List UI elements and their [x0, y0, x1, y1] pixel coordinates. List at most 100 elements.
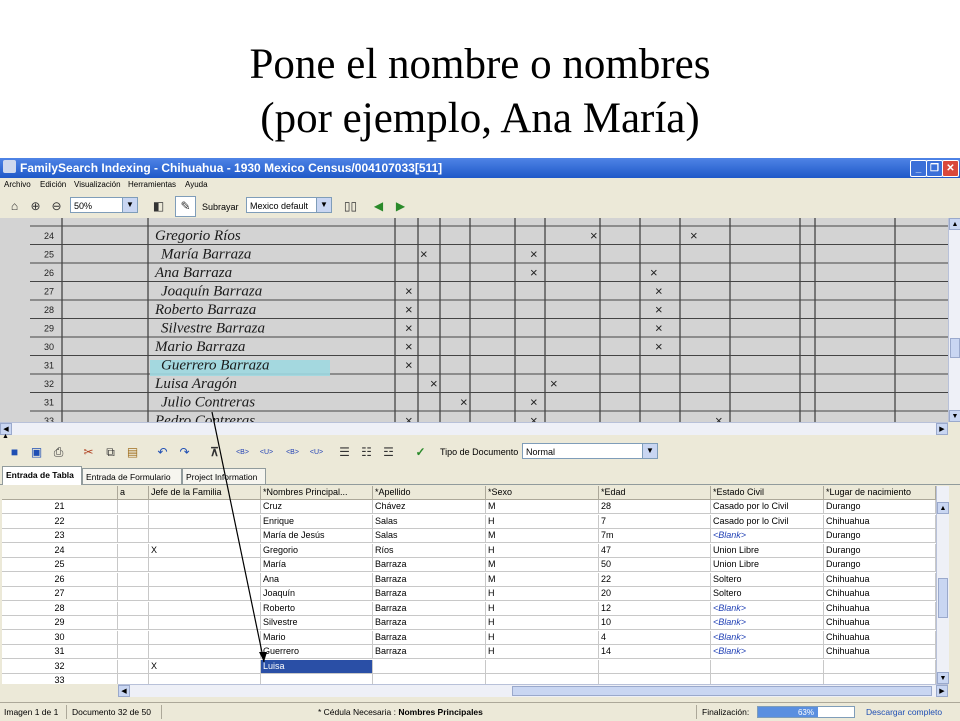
- table-cell-nombre[interactable]: Roberto: [261, 601, 373, 616]
- cut-icon[interactable]: ✂: [78, 442, 99, 463]
- table-cell-edad[interactable]: [599, 674, 711, 684]
- table-vertical-scrollbar[interactable]: ▲ ▼: [936, 486, 949, 684]
- table-cell-civil[interactable]: Soltero: [711, 587, 824, 601]
- table-cell-nombre[interactable]: [261, 674, 373, 684]
- table-cell-sexo[interactable]: M: [486, 558, 599, 572]
- maximize-button[interactable]: ❐: [926, 160, 943, 177]
- table-cell[interactable]: [118, 630, 149, 645]
- table-cell-apellido[interactable]: Salas: [373, 514, 486, 529]
- table-cell-jefe[interactable]: [149, 587, 261, 601]
- column-header[interactable]: *Sexo: [486, 486, 599, 500]
- table-cell[interactable]: [118, 558, 149, 572]
- mark-record-icon[interactable]: ⊼: [204, 442, 225, 463]
- table-cell-sexo[interactable]: M: [486, 529, 599, 543]
- scroll-up-icon[interactable]: ▲: [937, 502, 949, 514]
- table-cell-lugar[interactable]: Chihuahua: [824, 630, 936, 645]
- doc-type-select[interactable]: Normal ▼: [522, 443, 658, 459]
- table-cell-nombre[interactable]: Enrique: [261, 514, 373, 529]
- table-cell-nombre[interactable]: Cruz: [261, 500, 373, 514]
- table-cell-sexo[interactable]: H: [486, 645, 599, 659]
- row-number[interactable]: 27: [2, 587, 118, 601]
- table-cell-nombre[interactable]: Guerrero: [261, 645, 373, 659]
- scroll-down-icon[interactable]: ▼: [937, 672, 949, 684]
- table-cell-civil[interactable]: <Blank>: [711, 601, 824, 616]
- undo-icon[interactable]: ↶: [152, 442, 173, 463]
- table-cell-sexo[interactable]: H: [486, 601, 599, 616]
- table-cell-lugar[interactable]: Chihuahua: [824, 601, 936, 616]
- scroll-down-icon[interactable]: ▼: [949, 410, 960, 422]
- table-cell-lugar[interactable]: Durango: [824, 558, 936, 572]
- table-cell-lugar[interactable]: [824, 659, 936, 674]
- delete-row-icon[interactable]: ☷: [356, 442, 377, 463]
- invert-image-icon[interactable]: ◧: [148, 196, 169, 217]
- table-horizontal-scrollbar[interactable]: ◀ ▶: [118, 684, 948, 697]
- move-row-icon[interactable]: ☲: [378, 442, 399, 463]
- column-header[interactable]: a: [118, 486, 149, 500]
- table-cell-civil[interactable]: [711, 659, 824, 674]
- table-cell-sexo[interactable]: [486, 674, 599, 684]
- table-cell[interactable]: [118, 674, 149, 684]
- table-cell-apellido[interactable]: Chávez: [373, 500, 486, 514]
- table-cell-jefe[interactable]: [149, 601, 261, 616]
- paste-icon[interactable]: ▤: [122, 442, 143, 463]
- table-cell-civil[interactable]: Soltero: [711, 572, 824, 587]
- row-number[interactable]: 22: [2, 514, 118, 529]
- table-cell-apellido[interactable]: Salas: [373, 529, 486, 543]
- tab-entrada-de-formulario[interactable]: Entrada de Formulario: [82, 468, 182, 484]
- next-image-icon[interactable]: ▶: [390, 196, 411, 217]
- zoom-in-icon[interactable]: ⊕: [25, 196, 46, 217]
- scroll-right-icon[interactable]: ▶: [936, 685, 948, 697]
- table-cell-sexo[interactable]: H: [486, 616, 599, 630]
- close-button[interactable]: ✕: [942, 160, 959, 177]
- row-number[interactable]: 21: [2, 500, 118, 514]
- table-cell-jefe[interactable]: [149, 514, 261, 529]
- row-number[interactable]: 33: [2, 674, 118, 684]
- row-number[interactable]: 23: [2, 529, 118, 543]
- table-cell-edad[interactable]: 14: [599, 645, 711, 659]
- scroll-left-icon[interactable]: ◀: [118, 685, 130, 697]
- table-cell-apellido[interactable]: Barraza: [373, 616, 486, 630]
- scroll-thumb[interactable]: [950, 338, 960, 358]
- table-cell-edad[interactable]: 10: [599, 616, 711, 630]
- table-cell-civil[interactable]: Union Libre: [711, 558, 824, 572]
- table-cell-sexo[interactable]: H: [486, 514, 599, 529]
- table-cell-apellido[interactable]: Barraza: [373, 558, 486, 572]
- bold-tag-button-2[interactable]: <B>: [282, 442, 303, 463]
- highlight-pen-icon[interactable]: ✎: [175, 196, 196, 217]
- menu-edicion[interactable]: Edición: [40, 180, 66, 189]
- menu-archivo[interactable]: Archivo: [4, 180, 31, 189]
- table-cell-sexo[interactable]: M: [486, 572, 599, 587]
- table-cell-nombre[interactable]: María de Jesús: [261, 529, 373, 543]
- menu-ayuda[interactable]: Ayuda: [185, 180, 208, 189]
- table-cell-jefe[interactable]: [149, 558, 261, 572]
- table-cell-edad[interactable]: 28: [599, 500, 711, 514]
- table-cell[interactable]: [118, 587, 149, 601]
- table-cell-nombre[interactable]: Silvestre: [261, 616, 373, 630]
- table-cell-apellido[interactable]: Barraza: [373, 601, 486, 616]
- table-cell-apellido[interactable]: [373, 674, 486, 684]
- save-all-icon[interactable]: ▣: [26, 442, 47, 463]
- scroll-up-icon[interactable]: ▲: [949, 218, 960, 230]
- table-cell-nombre[interactable]: Mario: [261, 630, 373, 645]
- table-cell-jefe[interactable]: [149, 645, 261, 659]
- table-cell-lugar[interactable]: Chihuahua: [824, 645, 936, 659]
- table-cell-edad[interactable]: 4: [599, 630, 711, 645]
- row-number[interactable]: 29: [2, 616, 118, 630]
- table-cell-sexo[interactable]: M: [486, 500, 599, 514]
- table-cell-edad[interactable]: 50: [599, 558, 711, 572]
- table-cell-apellido[interactable]: Barraza: [373, 630, 486, 645]
- table-cell-apellido[interactable]: Barraza: [373, 572, 486, 587]
- print-icon[interactable]: ⎙: [48, 442, 69, 463]
- table-cell-edad[interactable]: 22: [599, 572, 711, 587]
- table-cell-nombre[interactable]: Joaquín: [261, 587, 373, 601]
- menu-herramientas[interactable]: Herramientas: [128, 180, 176, 189]
- table-cell-edad[interactable]: 12: [599, 601, 711, 616]
- table-cell[interactable]: [118, 529, 149, 543]
- table-cell-lugar[interactable]: Chihuahua: [824, 514, 936, 529]
- table-cell-civil[interactable]: <Blank>: [711, 645, 824, 659]
- table-cell-jefe[interactable]: [149, 630, 261, 645]
- download-complete-link[interactable]: Descargar completo: [866, 707, 942, 717]
- column-header[interactable]: *Apellido: [373, 486, 486, 500]
- table-cell[interactable]: [118, 616, 149, 630]
- zoom-select[interactable]: 50% ▼: [70, 197, 138, 213]
